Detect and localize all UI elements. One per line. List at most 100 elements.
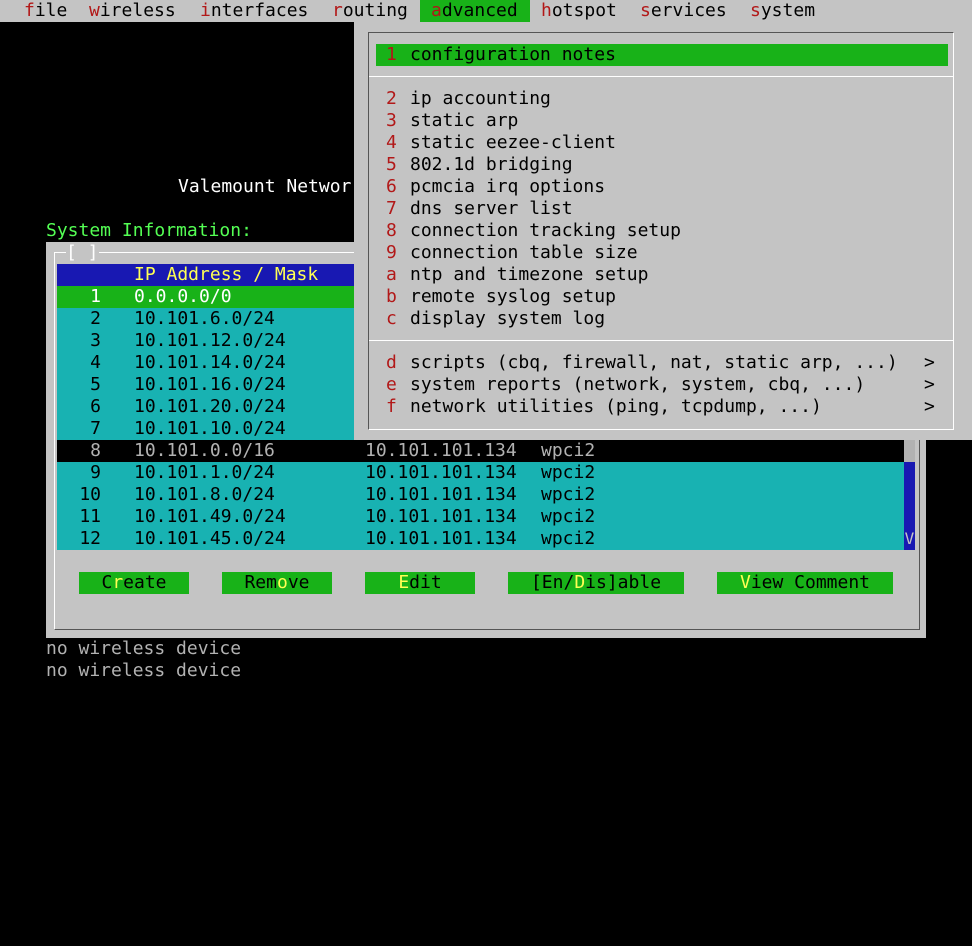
cell-ip-mask: 10.101.45.0/24	[134, 528, 286, 549]
dropdown-item[interactable]: a ntp and timezone setup	[376, 264, 948, 286]
dropdown-item[interactable]: 4 static eezee-client	[376, 132, 948, 154]
dropdown-item[interactable]: 9 connection table size	[376, 242, 948, 264]
dropdown-item[interactable]: f network utilities (ping, tcpdump, ...) >	[376, 396, 948, 418]
remove-button[interactable]: Remove	[222, 572, 332, 594]
dropdown-item[interactable]: 8 connection tracking setup	[376, 220, 948, 242]
menu-hotspot[interactable]: hotspot	[541, 0, 617, 22]
dropdown-item-hotkey: e	[386, 374, 397, 395]
cell-ip-mask: 10.101.49.0/24	[134, 506, 286, 527]
dropdown-item-label: dns server list	[410, 198, 573, 219]
cell-interface: wpci2	[541, 506, 596, 527]
table-row[interactable]: 10 10.101.8.0/24 10.101.101.134 wpci2	[57, 484, 915, 506]
menu-label: ireless	[99, 0, 176, 21]
dropdown-item[interactable]: 3 static arp	[376, 110, 948, 132]
button-hotkey: D	[574, 572, 586, 593]
menu-file[interactable]: file	[24, 0, 67, 22]
dropdown-item-label: static eezee-client	[410, 132, 616, 153]
cell-number: 9	[90, 462, 101, 483]
cell-gateway: 10.101.101.134	[365, 440, 517, 461]
cell-ip-mask: 10.101.0.0/16	[134, 440, 275, 461]
cell-gateway: 10.101.101.134	[365, 462, 517, 483]
dropdown-item[interactable]: 5 802.1d bridging	[376, 154, 948, 176]
dropdown-item[interactable]: 7 dns server list	[376, 198, 948, 220]
dropdown-item[interactable]: b remote syslog setup	[376, 286, 948, 308]
button-text: dit	[409, 572, 442, 593]
cell-interface: wpci2	[541, 484, 596, 505]
cell-ip-mask: 10.101.10.0/24	[134, 418, 286, 439]
button-text: Rem	[244, 572, 277, 593]
menu-system[interactable]: system	[750, 0, 815, 22]
view-comment-button[interactable]: View Comment	[717, 572, 893, 594]
menu-hotkey: w	[89, 0, 100, 21]
menu-hotkey: a	[431, 0, 442, 21]
cell-number: 11	[79, 506, 101, 527]
cell-number: 5	[90, 374, 101, 395]
cell-ip-mask: 10.101.8.0/24	[134, 484, 275, 505]
cell-number: 12	[79, 528, 101, 549]
dropdown-item[interactable]: e system reports (network, system, cbq, .…	[376, 374, 948, 396]
cell-interface: wpci2	[541, 462, 596, 483]
dropdown-item-label: connection table size	[410, 242, 638, 263]
footer-line-1: no wireless device	[46, 638, 242, 659]
dropdown-item-hotkey: a	[386, 264, 397, 285]
menu-hotkey: r	[332, 0, 343, 21]
table-row[interactable]: 9 10.101.1.0/24 10.101.101.134 wpci2	[57, 462, 915, 484]
dropdown-item-label: ip accounting	[410, 88, 551, 109]
cell-number: 7	[90, 418, 101, 439]
dropdown-item-hotkey: 2	[386, 88, 397, 109]
dropdown-item-hotkey: f	[386, 396, 397, 417]
footer-line-2: no wireless device	[46, 660, 242, 681]
cell-number: 1	[90, 286, 101, 307]
menu-label: otspot	[551, 0, 617, 21]
menu-routing[interactable]: routing	[332, 0, 408, 22]
cell-ip-mask: 10.101.6.0/24	[134, 308, 275, 329]
button-hotkey: o	[276, 572, 288, 593]
cell-number: 10	[79, 484, 101, 505]
table-row[interactable]: 12 10.101.45.0/24 10.101.101.134 wpci2	[57, 528, 915, 550]
menu-advanced[interactable]: advanced	[420, 0, 530, 22]
cell-number: 2	[90, 308, 101, 329]
button-text: is]able	[585, 572, 662, 593]
menu-label: ystem	[760, 0, 816, 21]
dropdown-item-label: display system log	[410, 308, 606, 329]
cell-interface: wpci2	[541, 528, 596, 549]
table-row[interactable]: 11 10.101.49.0/24 10.101.101.134 wpci2	[57, 506, 915, 528]
menu-wireless[interactable]: wireless	[89, 0, 176, 22]
menu-services[interactable]: services	[640, 0, 727, 22]
button-text: eate	[123, 572, 167, 593]
dropdown-item[interactable]: d scripts (cbq, firewall, nat, static arp…	[376, 352, 948, 374]
dropdown-item-hotkey: 9	[386, 242, 397, 263]
dropdown-item-label: scripts (cbq, firewall, nat, static arp,…	[410, 352, 898, 373]
menu-interfaces[interactable]: interfaces	[200, 0, 308, 22]
scrollbar-thumb[interactable]	[904, 440, 915, 462]
cell-ip-mask: 10.101.12.0/24	[134, 330, 286, 351]
edit-button[interactable]: Edit	[365, 572, 475, 594]
dropdown-item[interactable]: 1 configuration notes	[376, 44, 948, 66]
dropdown-item[interactable]: 6 pcmcia irq options	[376, 176, 948, 198]
button-hotkey: V	[739, 572, 751, 593]
menu-bar: file wireless interfaces routing advance…	[0, 0, 972, 22]
create-button[interactable]: Create	[79, 572, 189, 594]
menu-label: ervices	[650, 0, 727, 21]
button-text: [En/	[530, 572, 575, 593]
dropdown-item-label: 802.1d bridging	[410, 154, 573, 175]
dialog-title: [ ]	[66, 242, 99, 264]
cell-number: 4	[90, 352, 101, 373]
dropdown-item-hotkey: 4	[386, 132, 397, 153]
table-row[interactable]: 8 10.101.0.0/16 10.101.101.134 wpci2	[57, 440, 915, 462]
menu-hotkey: f	[24, 0, 35, 21]
menu-hotkey: h	[541, 0, 552, 21]
dropdown-item[interactable]: c display system log	[376, 308, 948, 330]
cell-number: 8	[90, 440, 101, 461]
dropdown-separator	[369, 76, 953, 77]
cell-ip-mask: 10.101.16.0/24	[134, 374, 286, 395]
cell-ip-mask: 10.101.14.0/24	[134, 352, 286, 373]
menu-hotkey: s	[750, 0, 761, 21]
menu-label: outing	[342, 0, 408, 21]
cell-number: 6	[90, 396, 101, 417]
dropdown-item[interactable]: 2 ip accounting	[376, 88, 948, 110]
button-hotkey: r	[112, 572, 124, 593]
scroll-down-arrow[interactable]: V	[904, 528, 915, 550]
cell-ip-mask: 10.101.20.0/24	[134, 396, 286, 417]
enable-disable-button[interactable]: [En/Dis]able	[508, 572, 684, 594]
